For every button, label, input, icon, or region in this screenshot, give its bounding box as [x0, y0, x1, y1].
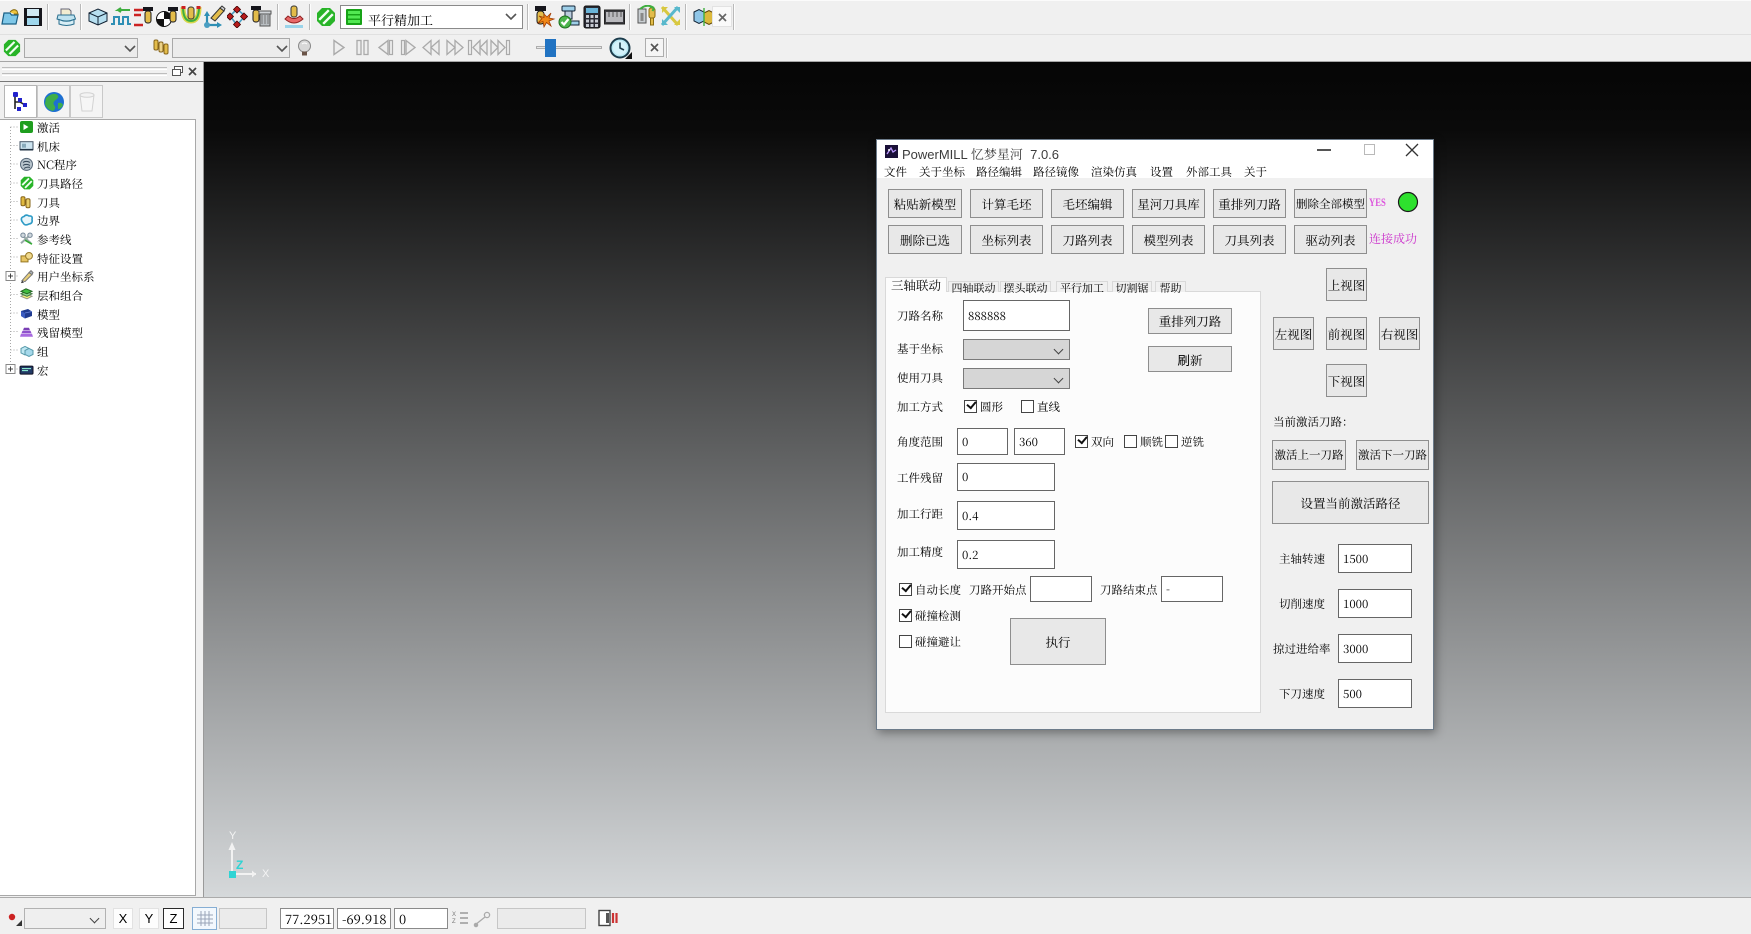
svg-text:Z: Z	[236, 858, 243, 872]
svg-text:X: X	[262, 868, 270, 880]
svg-text:Y: Y	[229, 830, 237, 842]
svg-text:X: X	[452, 912, 456, 918]
svg-text:Z: Z	[452, 919, 456, 925]
